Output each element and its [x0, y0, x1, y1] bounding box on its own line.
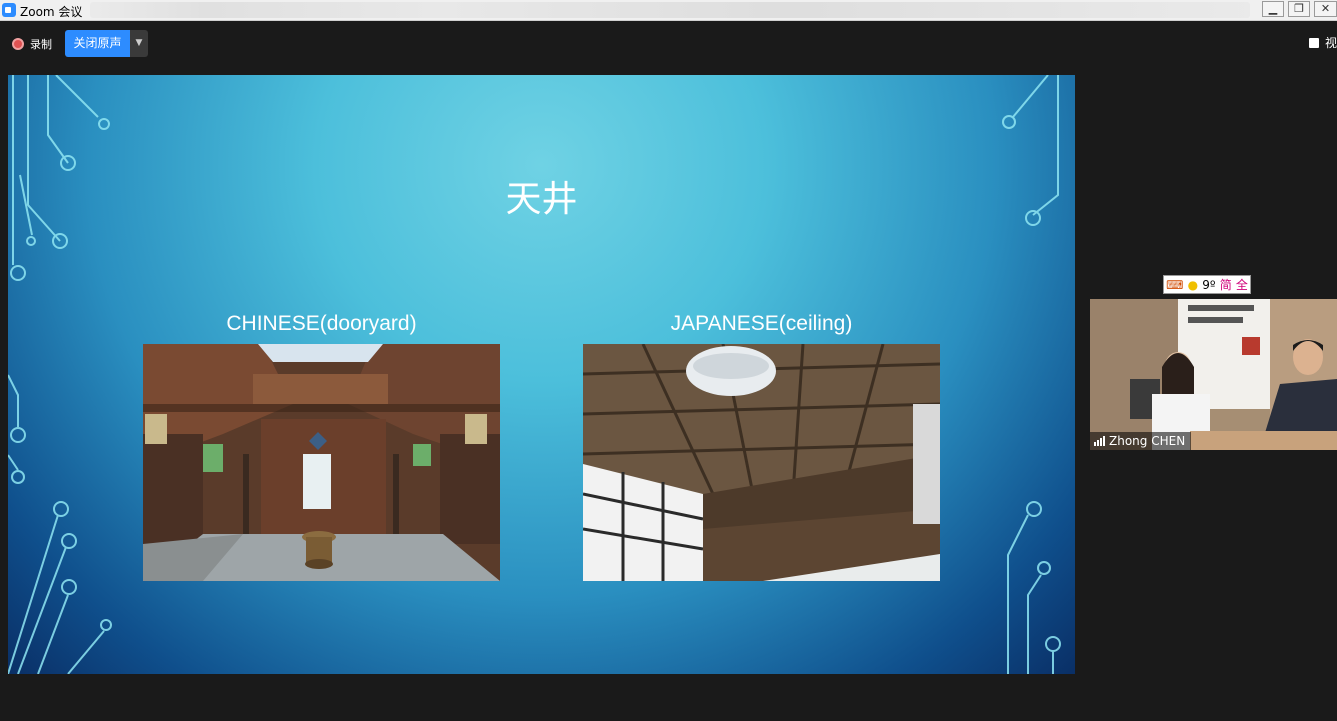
ime-keyboard-icon[interactable]: ⌨ [1166, 278, 1183, 292]
view-label: 视 [1324, 36, 1337, 50]
titlebar-background [90, 2, 1250, 18]
chevron-down-icon[interactable]: ▼ [130, 30, 148, 57]
record-label: 录制 [30, 38, 52, 51]
grid-icon [1308, 37, 1319, 48]
restore-icon[interactable]: ❐ [1288, 1, 1310, 17]
ime-mode-icon[interactable]: ● [1188, 278, 1198, 292]
meeting-toolbar: 录制 关闭原声 ▼ 视 [0, 22, 1337, 62]
japanese-ceiling-photo [583, 344, 940, 581]
record-button[interactable]: 录制 [12, 36, 52, 52]
caption-chinese: CHINESE(dooryard) [226, 312, 417, 335]
chinese-courtyard-photo [143, 344, 500, 581]
participant-video[interactable] [1090, 299, 1337, 450]
window-titlebar: Zoom 会议 ▁ ❐ ✕ [0, 0, 1337, 21]
slide-title: 天井 [505, 179, 578, 220]
minimize-icon[interactable]: ▁ [1262, 1, 1284, 17]
participant-name: Zhong CHEN [1109, 434, 1186, 448]
ime-simplified-label[interactable]: 简 [1220, 276, 1232, 293]
record-icon [12, 38, 24, 50]
signal-icon [1094, 436, 1105, 446]
zoom-app-icon [2, 3, 16, 17]
shared-screen-slide: 天井 CHINESE(dooryard) JAPANESE(ceiling) [8, 75, 1075, 674]
ime-fullwidth-label[interactable]: 全 [1236, 276, 1248, 293]
view-button[interactable]: 视 [1308, 34, 1337, 51]
participant-name-label: Zhong CHEN [1090, 432, 1192, 450]
close-icon[interactable]: ✕ [1314, 1, 1337, 17]
ime-toolbar[interactable]: ⌨ ● 9º 简 全 [1163, 275, 1251, 294]
ime-punct-icon[interactable]: 9º [1202, 278, 1215, 292]
original-sound-button[interactable]: 关闭原声 [65, 30, 130, 57]
caption-japanese: JAPANESE(ceiling) [670, 312, 853, 335]
window-title: Zoom 会议 [20, 5, 83, 19]
